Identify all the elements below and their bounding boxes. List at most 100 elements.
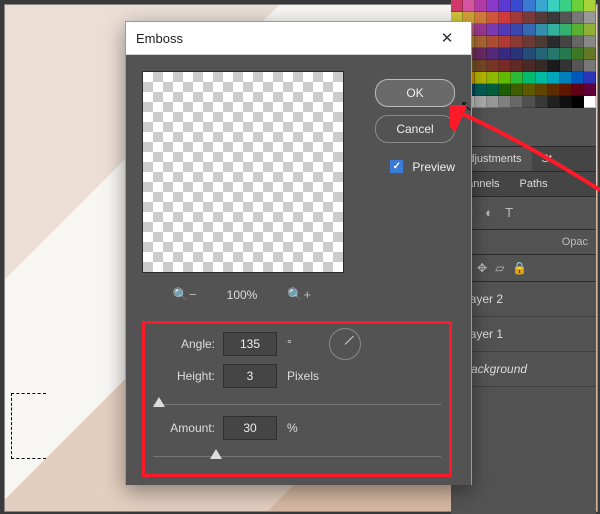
preview-checkbox[interactable]: ✓: [389, 159, 404, 174]
swatch[interactable]: [475, 36, 487, 48]
swatch[interactable]: [572, 24, 584, 36]
swatch[interactable]: [511, 48, 523, 60]
swatch[interactable]: [523, 0, 535, 12]
close-icon[interactable]: ✕: [433, 29, 461, 47]
swatch[interactable]: [572, 84, 584, 96]
filter-type-icon[interactable]: T: [505, 205, 513, 221]
layer-item[interactable]: Layer 1: [451, 317, 596, 352]
swatch[interactable]: [560, 36, 572, 48]
swatch[interactable]: [572, 96, 584, 108]
swatch[interactable]: [487, 0, 499, 12]
swatch[interactable]: [560, 0, 572, 12]
swatch[interactable]: [548, 24, 560, 36]
swatch[interactable]: [560, 48, 572, 60]
swatch[interactable]: [572, 48, 584, 60]
swatch[interactable]: [511, 96, 523, 108]
ok-button[interactable]: OK: [375, 79, 455, 107]
tab-styles[interactable]: St: [532, 147, 562, 171]
dialog-titlebar[interactable]: Emboss ✕: [126, 22, 471, 55]
height-slider[interactable]: [153, 394, 441, 408]
swatch[interactable]: [536, 84, 548, 96]
swatch[interactable]: [548, 0, 560, 12]
swatch[interactable]: [572, 72, 584, 84]
swatch[interactable]: [536, 60, 548, 72]
swatch[interactable]: [487, 60, 499, 72]
swatch[interactable]: [511, 36, 523, 48]
swatch[interactable]: [499, 24, 511, 36]
swatch[interactable]: [584, 12, 596, 24]
swatch[interactable]: [487, 48, 499, 60]
swatch[interactable]: [584, 0, 596, 12]
color-swatches-panel[interactable]: [451, 0, 596, 147]
swatch[interactable]: [536, 96, 548, 108]
swatch[interactable]: [523, 72, 535, 84]
swatch[interactable]: [499, 84, 511, 96]
swatch[interactable]: [584, 84, 596, 96]
swatch[interactable]: [523, 48, 535, 60]
swatch[interactable]: [487, 84, 499, 96]
swatch[interactable]: [487, 96, 499, 108]
effect-preview[interactable]: [142, 71, 344, 273]
filter-adjust-icon[interactable]: ◐: [485, 205, 493, 221]
swatch[interactable]: [523, 24, 535, 36]
swatch[interactable]: [584, 24, 596, 36]
swatch[interactable]: [536, 12, 548, 24]
swatch[interactable]: [499, 48, 511, 60]
swatch[interactable]: [511, 60, 523, 72]
swatch[interactable]: [511, 24, 523, 36]
swatch[interactable]: [572, 60, 584, 72]
swatch[interactable]: [572, 0, 584, 12]
swatch[interactable]: [560, 60, 572, 72]
swatch[interactable]: [548, 12, 560, 24]
swatch[interactable]: [523, 84, 535, 96]
lock-icon[interactable]: 🔒: [512, 261, 527, 275]
swatch[interactable]: [499, 0, 511, 12]
swatch[interactable]: [487, 36, 499, 48]
swatch[interactable]: [548, 36, 560, 48]
angle-dial[interactable]: [329, 328, 361, 360]
swatch[interactable]: [487, 24, 499, 36]
artboard-icon[interactable]: ▱: [495, 261, 504, 275]
swatch[interactable]: [584, 72, 596, 84]
swatch[interactable]: [511, 72, 523, 84]
swatch[interactable]: [475, 12, 487, 24]
swatch[interactable]: [548, 84, 560, 96]
swatch[interactable]: [487, 12, 499, 24]
swatch[interactable]: [499, 72, 511, 84]
zoom-in-icon[interactable]: 🔍+: [287, 287, 311, 303]
swatch[interactable]: [584, 48, 596, 60]
swatch[interactable]: [475, 84, 487, 96]
swatch[interactable]: [487, 72, 499, 84]
swatch[interactable]: [475, 96, 487, 108]
swatch[interactable]: [560, 84, 572, 96]
swatch[interactable]: [499, 36, 511, 48]
angle-input[interactable]: [223, 332, 277, 356]
swatch[interactable]: [560, 72, 572, 84]
swatch[interactable]: [475, 48, 487, 60]
zoom-out-icon[interactable]: 🔍−: [173, 287, 197, 303]
swatch[interactable]: [475, 72, 487, 84]
swatch[interactable]: [475, 0, 487, 12]
swatch[interactable]: [548, 48, 560, 60]
swatch[interactable]: [572, 36, 584, 48]
swatch[interactable]: [475, 60, 487, 72]
swatch[interactable]: [523, 60, 535, 72]
swatch[interactable]: [463, 0, 475, 12]
swatch[interactable]: [584, 36, 596, 48]
swatch[interactable]: [536, 48, 548, 60]
swatch[interactable]: [451, 0, 463, 12]
swatch[interactable]: [475, 24, 487, 36]
swatch[interactable]: [499, 12, 511, 24]
move-lock-icon[interactable]: ✥: [477, 261, 487, 275]
swatch[interactable]: [584, 60, 596, 72]
swatch[interactable]: [523, 36, 535, 48]
swatch[interactable]: [523, 96, 535, 108]
height-input[interactable]: [223, 364, 277, 388]
swatch[interactable]: [499, 60, 511, 72]
swatch[interactable]: [548, 72, 560, 84]
swatch[interactable]: [536, 72, 548, 84]
swatch[interactable]: [560, 96, 572, 108]
swatch[interactable]: [511, 12, 523, 24]
swatch[interactable]: [548, 60, 560, 72]
amount-slider[interactable]: [153, 446, 441, 460]
